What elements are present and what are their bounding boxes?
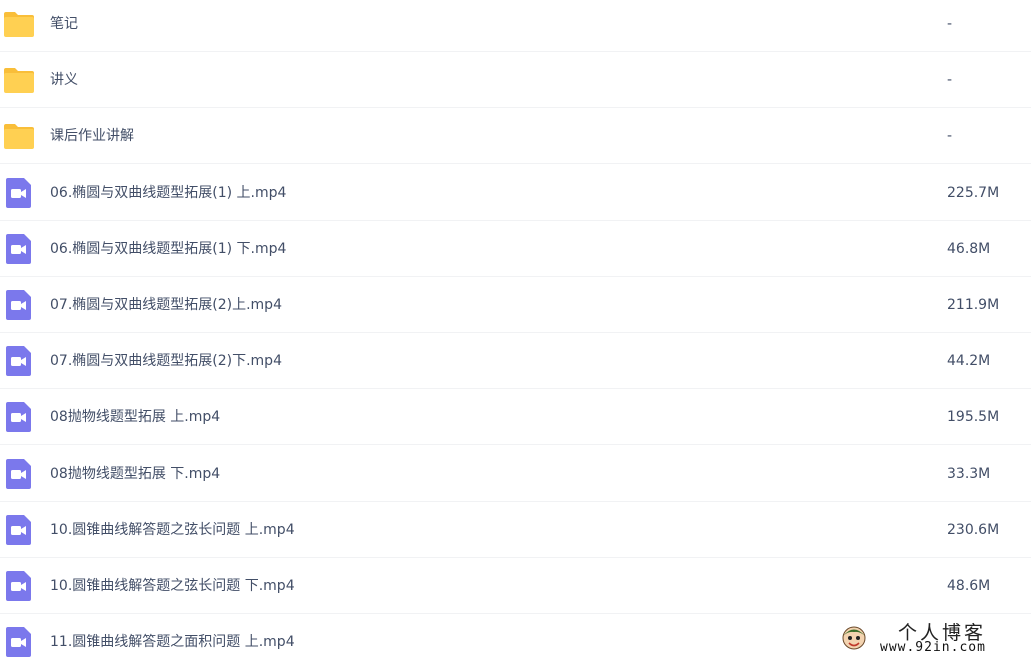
folder-row[interactable]: 课后作业讲解 - bbox=[0, 108, 1031, 165]
watermark: 个人博客 www.92in.com bbox=[838, 618, 1028, 658]
folder-row[interactable]: 笔记 - bbox=[0, 0, 1031, 52]
file-size: 225.7M bbox=[947, 184, 1000, 201]
avatar-icon bbox=[842, 626, 866, 650]
video-file-icon bbox=[3, 233, 35, 264]
file-row[interactable]: 08抛物线题型拓展 上.mp4 195.5M bbox=[0, 389, 1031, 446]
file-name[interactable]: 08抛物线题型拓展 下.mp4 bbox=[50, 446, 220, 502]
file-list: 笔记 - 讲义 - 课后作业讲解 - 06.椭圆与双曲线题型拓展(1) 上.mp4 225.7… bbox=[0, 0, 1031, 660]
file-size: 211.9M bbox=[947, 297, 1000, 313]
file-row[interactable]: 07.椭圆与双曲线题型拓展(2)上.mp4 211.9M bbox=[0, 277, 1031, 333]
file-size: 33.3M bbox=[947, 465, 991, 482]
video-file-icon bbox=[3, 290, 35, 320]
file-size: 46.8M bbox=[947, 240, 991, 257]
file-size: 44.2M bbox=[947, 353, 991, 370]
file-name[interactable]: 07.椭圆与双曲线题型拓展(2)上.mp4 bbox=[50, 277, 282, 333]
video-file-icon bbox=[3, 346, 35, 377]
file-name[interactable]: 07.椭圆与双曲线题型拓展(2)下.mp4 bbox=[50, 333, 282, 389]
video-file-icon bbox=[3, 571, 35, 601]
folder-icon bbox=[3, 65, 35, 95]
folder-icon bbox=[3, 121, 35, 151]
watermark-url: www.92in.com bbox=[880, 640, 986, 655]
file-size: - bbox=[947, 16, 953, 32]
file-row[interactable]: 10.圆锥曲线解答题之弦长问题 下.mp4 48.6M bbox=[0, 558, 1031, 614]
file-size: - bbox=[947, 128, 953, 145]
video-file-icon bbox=[3, 627, 35, 658]
file-name[interactable]: 06.椭圆与双曲线题型拓展(1) 上.mp4 bbox=[50, 165, 286, 221]
file-size: 48.6M bbox=[947, 578, 991, 594]
file-row[interactable]: 06.椭圆与双曲线题型拓展(1) 下.mp4 46.8M bbox=[0, 221, 1031, 277]
file-name[interactable]: 10.圆锥曲线解答题之弦长问题 上.mp4 bbox=[50, 502, 295, 558]
file-name[interactable]: 11.圆锥曲线解答题之面积问题 上.mp4 bbox=[50, 614, 295, 660]
file-name[interactable]: 06.椭圆与双曲线题型拓展(1) 下.mp4 bbox=[50, 221, 286, 277]
file-size: 230.6M bbox=[947, 521, 1000, 538]
file-row[interactable]: 08抛物线题型拓展 下.mp4 33.3M bbox=[0, 446, 1031, 502]
file-name[interactable]: 课后作业讲解 bbox=[50, 108, 134, 164]
folder-icon bbox=[3, 9, 35, 39]
file-name[interactable]: 笔记 bbox=[50, 0, 78, 52]
file-row[interactable]: 10.圆锥曲线解答题之弦长问题 上.mp4 230.6M bbox=[0, 502, 1031, 558]
file-name[interactable]: 08抛物线题型拓展 上.mp4 bbox=[50, 389, 220, 445]
file-size: - bbox=[947, 72, 953, 89]
folder-row[interactable]: 讲义 - bbox=[0, 52, 1031, 109]
file-name[interactable]: 讲义 bbox=[50, 52, 78, 108]
file-row[interactable]: 07.椭圆与双曲线题型拓展(2)下.mp4 44.2M bbox=[0, 333, 1031, 390]
file-row[interactable]: 06.椭圆与双曲线题型拓展(1) 上.mp4 225.7M bbox=[0, 165, 1031, 221]
video-file-icon bbox=[3, 177, 35, 208]
file-size: 195.5M bbox=[947, 409, 1000, 426]
video-file-icon bbox=[3, 402, 35, 433]
video-file-icon bbox=[3, 514, 35, 545]
video-file-icon bbox=[3, 458, 35, 489]
file-name[interactable]: 10.圆锥曲线解答题之弦长问题 下.mp4 bbox=[50, 558, 295, 614]
